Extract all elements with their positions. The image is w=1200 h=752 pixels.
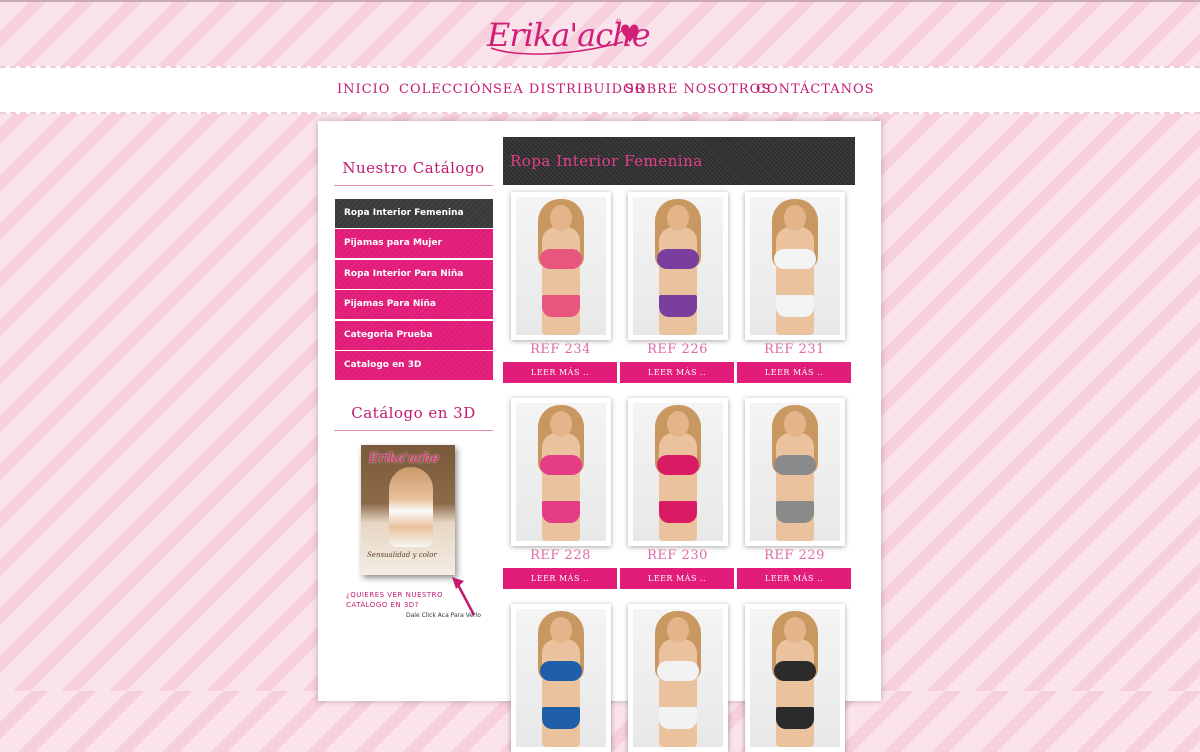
product-photo-frame[interactable] (511, 398, 611, 546)
catalog-title-divider (334, 185, 493, 186)
model-body (776, 227, 814, 335)
read-more-button[interactable]: LEER MÁS .. (737, 362, 851, 383)
model-body (659, 639, 697, 747)
model-body (776, 433, 814, 541)
product-top (540, 249, 582, 269)
product-top (540, 455, 582, 475)
catalog-3d-cta-line2: CATÁLOGO EN 3D? (346, 601, 419, 609)
model-head (550, 411, 572, 437)
product-top (657, 249, 699, 269)
product-photo (750, 403, 840, 541)
product-photo-frame[interactable] (745, 398, 845, 546)
product-top (774, 661, 816, 681)
product-ref: REF 234 (530, 342, 591, 357)
product-ref: REF 229 (764, 548, 825, 563)
product-photo-frame[interactable] (511, 192, 611, 340)
category-item-ropa-interior-femenina[interactable]: Ropa Interior Femenina (335, 199, 493, 228)
model-body (776, 639, 814, 747)
site-logo[interactable]: Erika'ache ® ♥ (487, 12, 652, 64)
product-photo (750, 197, 840, 335)
product-photo (516, 609, 606, 747)
product-top (774, 249, 816, 269)
catalog-3d-title-divider (334, 430, 493, 431)
catalog-3d-cta-small[interactable]: Dale Click Aca Para Verlo (406, 612, 481, 619)
category-item-categoria-prueba[interactable]: Categoria Prueba (335, 320, 493, 350)
read-more-button[interactable]: LEER MÁS .. (620, 568, 734, 589)
catalog-3d-cover[interactable]: Erika'ache Sensualidad y color (361, 445, 455, 575)
product-bottom (776, 707, 814, 729)
product-bottom (542, 707, 580, 729)
product-bottom (776, 295, 814, 317)
nav-item-inicio[interactable]: INICIO (337, 82, 390, 97)
model-head (667, 617, 689, 643)
product-photo-frame[interactable] (628, 604, 728, 752)
product-photo (516, 197, 606, 335)
model-head (667, 411, 689, 437)
model-head (550, 205, 572, 231)
content-panel: Nuestro Catálogo Ropa Interior Femenina … (318, 121, 881, 752)
product-top (540, 661, 582, 681)
catalog-cover-model (389, 467, 433, 547)
product-photo (633, 197, 723, 335)
product-photo (516, 403, 606, 541)
product-photo (633, 609, 723, 747)
product-photo-frame[interactable] (511, 604, 611, 752)
product-ref: REF 231 (764, 342, 825, 357)
catalog-3d-title: Catálogo en 3D (351, 404, 476, 422)
product-top (657, 455, 699, 475)
product-bottom (776, 501, 814, 523)
product-ref: REF 228 (530, 548, 591, 563)
product-photo (633, 403, 723, 541)
category-item-ropa-interior-nina[interactable]: Ropa Interior Para Niña (335, 259, 493, 289)
product-top (657, 661, 699, 681)
model-head (667, 205, 689, 231)
model-body (659, 433, 697, 541)
catalog-title: Nuestro Catálogo (342, 159, 485, 177)
product-photo (750, 609, 840, 747)
model-body (542, 433, 580, 541)
product-bottom (659, 501, 697, 523)
product-bottom (542, 295, 580, 317)
product-photo-frame[interactable] (745, 604, 845, 752)
main-navigation: INICIO COLECCIÓN SEA DISTRIBUIDOR SOBRE … (0, 66, 1200, 114)
model-head (550, 617, 572, 643)
model-body (659, 227, 697, 335)
catalog-cover-logo: Erika'ache (369, 451, 440, 466)
catalog-cover-tagline: Sensualidad y color (367, 551, 437, 559)
heart-icon: ♥ (619, 20, 641, 48)
product-photo-frame[interactable] (745, 192, 845, 340)
read-more-button[interactable]: LEER MÁS .. (503, 568, 617, 589)
product-bottom (659, 295, 697, 317)
category-banner: Ropa Interior Femenina (503, 137, 855, 185)
nav-item-contactanos[interactable]: CONTÁCTANOS (756, 82, 875, 97)
catalog-3d-cta-line1: ¿QUIERES VER NUESTRO (346, 591, 443, 599)
product-ref: REF 226 (647, 342, 708, 357)
product-bottom (542, 501, 580, 523)
product-photo-frame[interactable] (628, 192, 728, 340)
nav-item-sobre-nosotros[interactable]: SOBRE NOSOTROS (625, 82, 771, 97)
model-head (784, 205, 806, 231)
model-body (542, 639, 580, 747)
product-ref: REF 230 (647, 548, 708, 563)
product-bottom (659, 707, 697, 729)
catalog-3d-cta[interactable]: ¿QUIERES VER NUESTRO CATÁLOGO EN 3D? (346, 590, 443, 610)
product-photo-frame[interactable] (628, 398, 728, 546)
category-item-pijamas-nina[interactable]: Pijamas Para Niña (335, 290, 493, 320)
read-more-button[interactable]: LEER MÁS .. (737, 568, 851, 589)
arrow-pointer-icon (452, 577, 476, 616)
read-more-button[interactable]: LEER MÁS .. (503, 362, 617, 383)
nav-item-coleccion[interactable]: COLECCIÓN (399, 82, 494, 97)
model-head (784, 617, 806, 643)
category-item-catalogo-3d[interactable]: Catalogo en 3D (335, 350, 493, 380)
site-header: Erika'ache ® ♥ (0, 2, 1200, 66)
category-list: Ropa Interior Femenina Pijamas para Muje… (335, 199, 493, 381)
model-head (784, 411, 806, 437)
category-item-pijamas-para-mujer[interactable]: Pijamas para Mujer (335, 229, 493, 259)
model-body (542, 227, 580, 335)
nav-item-sea-distribuidor[interactable]: SEA DISTRIBUIDOR (493, 82, 646, 97)
read-more-button[interactable]: LEER MÁS .. (620, 362, 734, 383)
product-top (774, 455, 816, 475)
